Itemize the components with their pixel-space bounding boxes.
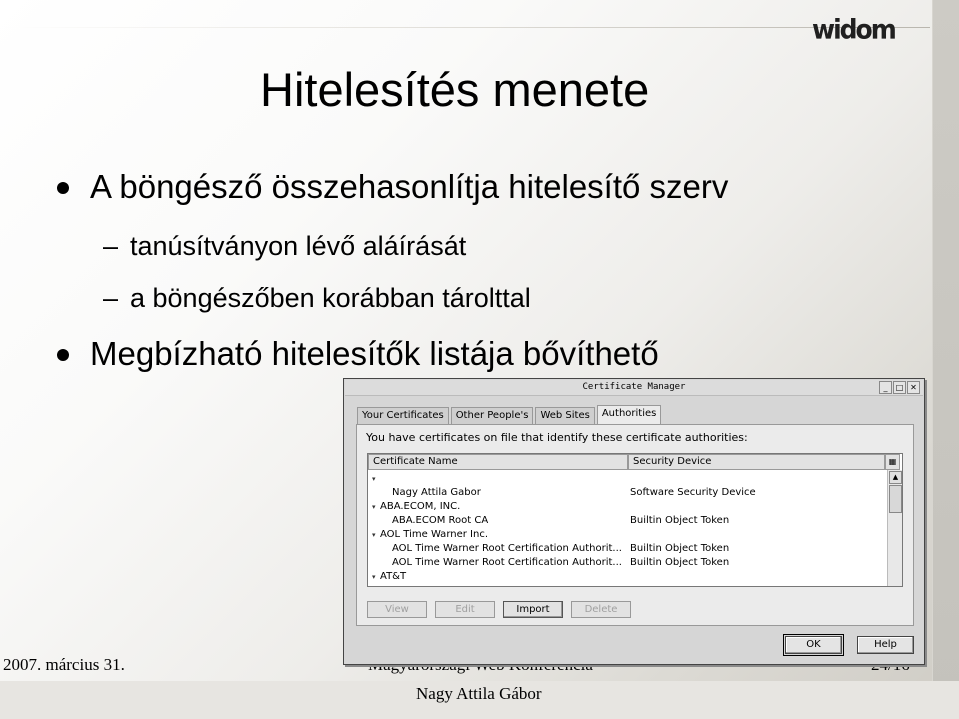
delete-button[interactable]: Delete bbox=[571, 601, 631, 618]
footer-date: 2007. március 31. bbox=[3, 655, 125, 674]
tree-row[interactable]: Nagy Attila Gabor Software Security Devi… bbox=[368, 486, 873, 500]
tree-row[interactable]: ▾ AT&T bbox=[368, 570, 873, 584]
cert-org-name: AOL Time Warner Inc. bbox=[380, 529, 488, 540]
tree-scrollbar[interactable]: ▲ bbox=[887, 470, 902, 586]
expander-icon[interactable]: ▾ bbox=[372, 528, 376, 542]
maximize-icon[interactable]: □ bbox=[893, 381, 906, 394]
tree-row[interactable]: AOL Time Warner Root Certification Autho… bbox=[368, 542, 873, 556]
cert-org-name: AT&T bbox=[380, 571, 407, 582]
sub-bullet-text: tanúsítványon lévő aláírását bbox=[130, 231, 467, 261]
scroll-thumb[interactable] bbox=[889, 485, 902, 513]
bullet-dot-icon bbox=[57, 349, 69, 361]
action-buttons: View Edit Import Delete bbox=[367, 601, 631, 618]
info-text: You have certificates on file that ident… bbox=[366, 431, 748, 444]
expander-icon[interactable]: ▾ bbox=[372, 472, 376, 486]
sub-bullet-text: a böngészőben korábban tárolttal bbox=[130, 283, 531, 313]
cert-name: AOL Time Warner Root Certification Autho… bbox=[392, 543, 622, 554]
security-device: Builtin Object Token bbox=[630, 515, 730, 526]
company-logo: widom bbox=[812, 14, 897, 45]
minimize-icon[interactable]: _ bbox=[879, 381, 892, 394]
edit-button[interactable]: Edit bbox=[435, 601, 495, 618]
tab-authorities[interactable]: Authorities bbox=[596, 405, 662, 425]
column-header-certificate-name[interactable]: Certificate Name bbox=[368, 454, 628, 470]
tab-other-peoples[interactable]: Other People's bbox=[450, 407, 534, 424]
cert-name: Nagy Attila Gabor bbox=[392, 487, 481, 498]
help-button[interactable]: Help bbox=[857, 636, 914, 654]
expander-icon[interactable]: ▾ bbox=[372, 500, 376, 514]
column-header-security-device[interactable]: Security Device bbox=[628, 454, 885, 470]
slide-title: Hitelesítés menete bbox=[260, 63, 650, 116]
cert-org-name: ABA.ECOM, INC. bbox=[380, 501, 461, 512]
column-picker-icon[interactable]: ▦ bbox=[885, 454, 900, 470]
tree-row[interactable]: ABA.ECOM Root CA Builtin Object Token bbox=[368, 514, 873, 528]
scroll-up-icon[interactable]: ▲ bbox=[889, 471, 902, 484]
certificate-tree[interactable]: Certificate Name Security Device ▦ ▾ Nag… bbox=[367, 453, 903, 587]
bullet-dot-icon bbox=[57, 182, 69, 194]
certificate-manager-dialog: Certificate Manager _ □ ✕ Your Certifica… bbox=[343, 378, 925, 665]
security-device: Software Security Device bbox=[630, 487, 756, 498]
footer-author: Nagy Attila Gábor bbox=[416, 684, 542, 703]
tab-web-sites[interactable]: Web Sites bbox=[535, 407, 595, 424]
view-button[interactable]: View bbox=[367, 601, 427, 618]
bullet-text: Megbízható hitelesítők listája bővíthető bbox=[90, 335, 659, 372]
close-icon[interactable]: ✕ bbox=[907, 381, 920, 394]
security-device: Builtin Object Token bbox=[630, 543, 730, 554]
authorities-panel: You have certificates on file that ident… bbox=[356, 424, 914, 626]
ok-button[interactable]: OK bbox=[783, 634, 844, 656]
expander-icon[interactable]: ▾ bbox=[372, 570, 376, 584]
dialog-titlebar[interactable]: Certificate Manager _ □ ✕ bbox=[345, 380, 923, 396]
bullet-text: A böngésző összehasonlítja hitelesítő sz… bbox=[90, 168, 729, 205]
import-button[interactable]: Import bbox=[503, 601, 563, 618]
sub-bullet-item: – a böngészőben korábban tárolttal bbox=[103, 283, 531, 314]
right-decor-strip bbox=[932, 0, 959, 719]
tab-bar: Your Certificates Other People's Web Sit… bbox=[357, 405, 663, 425]
security-device: Builtin Object Token bbox=[630, 557, 730, 568]
dialog-title: Certificate Manager bbox=[582, 382, 686, 392]
tree-row[interactable]: AOL Time Warner Root Certification Autho… bbox=[368, 556, 873, 570]
cert-name: AOL Time Warner Root Certification Autho… bbox=[392, 557, 622, 568]
dash-icon: – bbox=[103, 231, 119, 261]
dash-icon: – bbox=[103, 283, 119, 313]
sub-bullet-item: – tanúsítványon lévő aláírását bbox=[103, 231, 467, 262]
tree-row[interactable]: ▾ bbox=[368, 472, 873, 486]
bullet-item: Megbízható hitelesítők listája bővíthető bbox=[57, 335, 659, 373]
slide: widom Hitelesítés menete A böngésző össz… bbox=[0, 0, 959, 719]
tree-header: Certificate Name Security Device ▦ bbox=[368, 454, 902, 470]
tree-row[interactable]: ▾ AOL Time Warner Inc. bbox=[368, 528, 873, 542]
top-rule bbox=[0, 27, 930, 28]
tab-your-certificates[interactable]: Your Certificates bbox=[357, 407, 449, 424]
cert-name: ABA.ECOM Root CA bbox=[392, 515, 489, 526]
bullet-item: A böngésző összehasonlítja hitelesítő sz… bbox=[57, 168, 729, 206]
dialog-buttons: OK Help bbox=[783, 634, 914, 656]
tree-row[interactable]: ▾ ABA.ECOM, INC. bbox=[368, 500, 873, 514]
